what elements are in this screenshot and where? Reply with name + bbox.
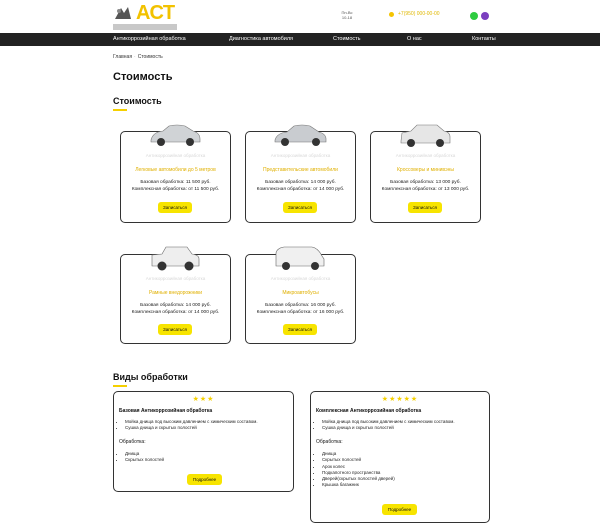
whatsapp-icon[interactable] [470, 12, 478, 20]
complex-label: Комплексная обработка: [131, 310, 187, 315]
treatment-steps-list: Мойка днища под высоким давлением с хими… [322, 419, 455, 432]
complex-price-row: Комплексная обработка: от 14 000 руб. [246, 187, 355, 192]
viber-icon[interactable] [481, 12, 489, 20]
treatment-card-basic: ★★★ Базовая Антикоррозийная обработка Мо… [113, 391, 294, 492]
basic-price-row: Базовая обработка: 14 000 руб. [121, 303, 230, 308]
complex-price-row: Комплексная обработка: от 16 000 руб. [246, 310, 355, 315]
price-card: Антикоррозийная обработка Микроавтобусы … [245, 246, 356, 344]
nav-item-diagnostics[interactable]: Диагностика автомобиля [229, 36, 293, 42]
basic-price-row: Базовая обработка: 14 000 руб. [246, 180, 355, 185]
complex-price: от 16 000 руб. [313, 310, 345, 315]
types-section-title: Виды обработки [113, 372, 188, 382]
logo-text: ACT [136, 2, 175, 24]
logo-band [113, 24, 177, 30]
basic-price: 13 000 руб. [435, 180, 461, 185]
complex-label: Комплексная обработка: [131, 187, 187, 192]
complex-price: от 13 000 руб. [438, 187, 470, 192]
treatment-steps-list: Мойка днища под высоким давлением с хими… [125, 419, 258, 432]
list-item: Скрытых полостей [125, 457, 164, 463]
list-item: Крышка багажник [322, 482, 395, 488]
complex-label: Комплексная обработка: [256, 310, 312, 315]
card-watermark: Антикоррозийная обработка [395, 153, 456, 158]
complex-price: от 14 000 руб. [188, 310, 220, 315]
nav-item-about[interactable]: О нас [407, 36, 422, 42]
breadcrumb-current: Стоимость [137, 54, 163, 60]
basic-price-row: Базовая обработка: 11 500 руб. [121, 180, 230, 185]
basic-price: 14 000 руб. [310, 180, 336, 185]
phone-number[interactable]: +7(950) 000-00-00 [398, 11, 440, 17]
basic-price: 14 000 руб. [185, 303, 211, 308]
basic-price: 16 000 руб. [310, 303, 336, 308]
card-title: Кроссоверы и минивэны [397, 167, 454, 173]
complex-price-row: Комплексная обработка: от 11 500 руб. [121, 187, 230, 192]
more-button[interactable]: Подробнее [187, 474, 222, 485]
breadcrumb: Главная · Стоимость [113, 54, 163, 60]
basic-label: Базовая обработка: [140, 303, 185, 308]
signup-button[interactable]: Записаться [158, 202, 192, 213]
card-title: Представительские автомобили [263, 167, 338, 173]
basic-label: Базовая обработка: [390, 180, 435, 185]
logo-mark-icon [115, 7, 131, 19]
basic-price-row: Базовая обработка: 13 000 руб. [371, 180, 480, 185]
car-crossover-icon [400, 124, 451, 147]
complex-label: Комплексная обработка: [256, 187, 312, 192]
processed-label: Обработка: [119, 439, 146, 445]
rating-stars-icon: ★★★★★ [381, 396, 419, 403]
basic-price-row: Базовая обработка: 16 000 руб. [246, 303, 355, 308]
treatment-card-complex: ★★★★★ Комплексная Антикоррозийная обрабо… [310, 391, 490, 523]
basic-label: Базовая обработка: [265, 180, 310, 185]
price-section-title: Стоимость [113, 96, 162, 106]
car-minibus-icon [275, 246, 325, 270]
nav-item-pricing[interactable]: Стоимость [333, 36, 361, 42]
processed-list: Днища Скрытых полостей Арок колес Подкап… [322, 451, 395, 489]
main-nav: Антикоррозийная обработка Диагностика ав… [0, 33, 600, 46]
price-card: Антикоррозийная обработка Рамные внедоро… [120, 246, 231, 344]
card-title: Легковые автомобили до 5 метров [135, 167, 216, 173]
card-watermark: Антикоррозийная обработка [270, 276, 331, 281]
treatment-title: Комплексная Антикоррозийная обработка [316, 408, 422, 414]
nav-item-anticorrosion[interactable]: Антикоррозийная обработка [113, 36, 186, 42]
basic-label: Базовая обработка: [140, 180, 185, 185]
signup-button[interactable]: Записаться [158, 324, 192, 335]
treatment-title: Базовая Антикоррозийная обработка [119, 408, 213, 414]
complex-price-row: Комплексная обработка: от 14 000 руб. [121, 310, 230, 315]
card-watermark: Антикоррозийная обработка [270, 153, 331, 158]
processed-label: Обработка: [316, 439, 343, 445]
basic-label: Базовая обработка: [265, 303, 310, 308]
complex-price: от 11 500 руб. [188, 187, 220, 192]
complex-label: Комплексная обработка: [381, 187, 437, 192]
breadcrumb-separator: · [134, 54, 136, 60]
price-card: Антикоррозийная обработка Легковые автом… [120, 124, 231, 223]
car-sedan-icon [150, 124, 201, 146]
hours-time: 10-18 [341, 15, 353, 20]
signup-button[interactable]: Записаться [283, 202, 317, 213]
basic-price: 11 500 руб. [185, 180, 211, 185]
complex-price: от 14 000 руб. [313, 187, 345, 192]
section-underline [113, 385, 127, 387]
signup-button[interactable]: Записаться [408, 202, 442, 213]
breadcrumb-home[interactable]: Главная [113, 54, 132, 60]
signup-button[interactable]: Записаться [283, 324, 317, 335]
car-executive-icon [274, 124, 327, 146]
card-watermark: Антикоррозийная обработка [145, 153, 206, 158]
card-title: Рамные внедорожники [148, 290, 203, 296]
working-hours: Пн-Вс 10-18 [340, 10, 354, 20]
card-watermark: Антикоррозийная обработка [145, 276, 206, 281]
more-button[interactable]: Подробнее [382, 504, 417, 515]
card-title: Микроавтобусы [282, 290, 319, 296]
phone-icon [389, 12, 394, 17]
price-card: Антикоррозийная обработка Представительс… [245, 124, 356, 223]
price-card: Антикоррозийная обработка Кроссоверы и м… [370, 124, 481, 223]
nav-item-contacts[interactable]: Контакты [472, 36, 496, 42]
complex-price-row: Комплексная обработка: от 13 000 руб. [371, 187, 480, 192]
logo[interactable]: ACT [113, 2, 177, 30]
car-offroad-icon [151, 246, 200, 271]
list-item: Сушка днища и скрытых полостей [125, 425, 258, 431]
section-underline [113, 109, 127, 111]
processed-list: Днища Скрытых полостей [125, 451, 164, 464]
list-item: Сушка днища и скрытых полостей [322, 425, 455, 431]
site-header: ACT Пн-Вс 10-18 +7(950) 000-00-00 [0, 0, 600, 33]
rating-stars-icon: ★★★ [192, 396, 215, 403]
page-title: Стоимость [113, 71, 173, 83]
